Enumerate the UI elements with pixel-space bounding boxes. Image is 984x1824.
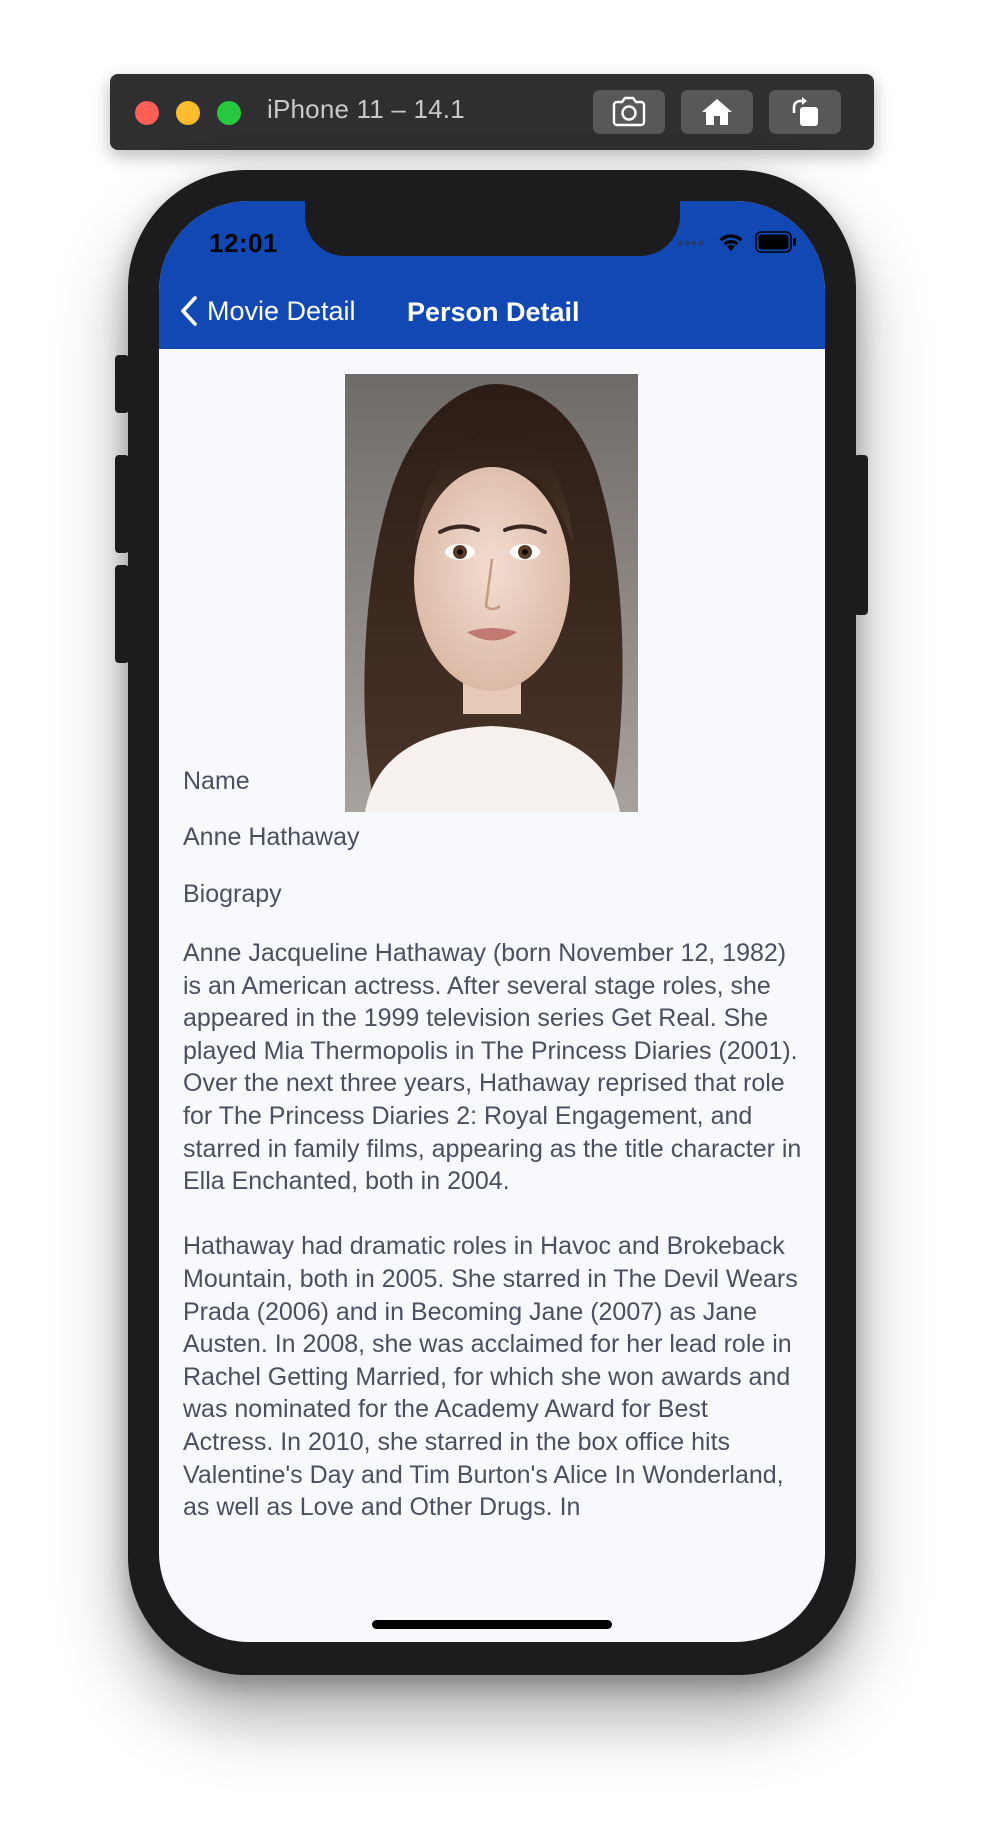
biography-paragraph: Anne Jacqueline Hathaway (born November … [183,939,802,1196]
person-detail-content[interactable]: Name Anne Hathaway Biograpy Anne Jacquel… [159,349,825,1642]
rotate-icon [792,97,818,126]
silent-switch [115,355,129,413]
name-label: Name [183,767,250,795]
simulator-title: iPhone 11 – 14.1 [267,94,465,124]
rotate-button[interactable] [769,90,841,134]
minimize-window-button[interactable] [176,101,200,125]
home-button[interactable] [681,90,753,134]
phone-screen: 12:01 Movie Detail Person Detail Name An… [159,201,825,1642]
status-time: 12:01 [209,228,278,258]
volume-up-button [115,455,129,553]
signal-icon [677,240,704,246]
screenshot-icon [612,96,646,127]
close-window-button[interactable] [135,101,159,125]
status-icons [677,231,797,253]
power-button [854,455,868,615]
simulator-window: iPhone 11 – 14.1 12:01 Movie Detail Pers… [0,0,984,1824]
biography-label: Biograpy [183,880,282,908]
chevron-left-icon [181,296,197,326]
person-name: Anne Hathaway [183,823,360,851]
page-title: Person Detail [407,297,580,327]
back-button-label: Movie Detail [207,295,356,326]
home-indicator[interactable] [372,1620,612,1629]
person-portrait-image [345,374,638,812]
person-photo [345,374,638,812]
notch [305,201,680,256]
simulator-toolbar: iPhone 11 – 14.1 [110,74,874,150]
back-button[interactable]: Movie Detail [179,295,356,327]
screenshot-button[interactable] [593,90,665,134]
home-icon [702,99,732,125]
zoom-window-button[interactable] [217,101,241,125]
biography-paragraph: Hathaway had dramatic roles in Havoc and… [183,1232,798,1522]
biography-text: Anne Jacqueline Hathaway (born November … [183,937,803,1556]
wifi-icon [719,234,743,251]
volume-down-button [115,565,129,663]
battery-icon [755,231,796,253]
